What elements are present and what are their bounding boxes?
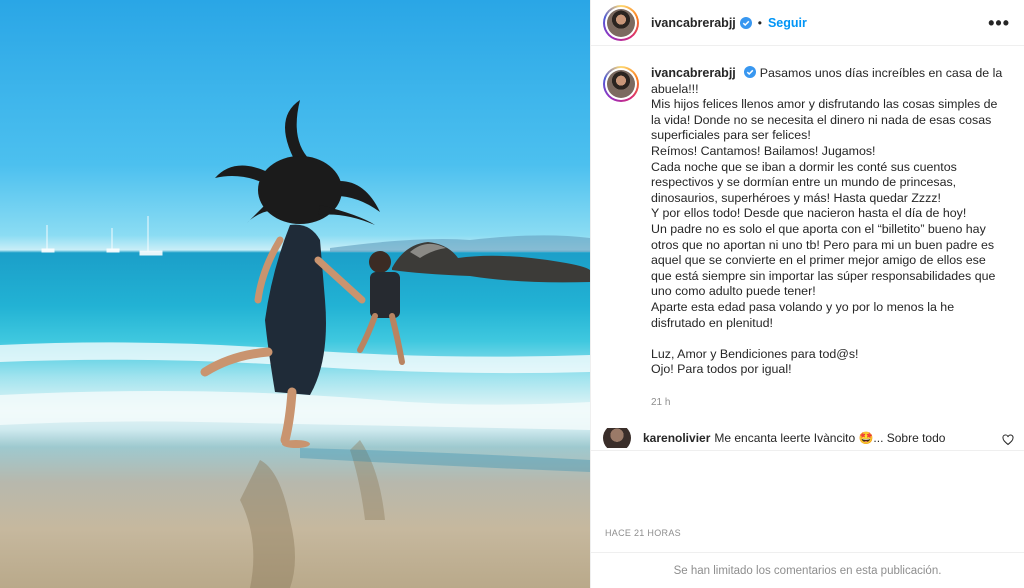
verified-badge-icon (739, 16, 752, 29)
beach-photo-illustration (0, 100, 590, 588)
commenter-username[interactable]: karenolivier (643, 431, 710, 445)
like-comment-heart-icon[interactable] (1002, 434, 1014, 446)
caption-line: Aparte esta edad pasa volando y yo por l… (651, 299, 958, 330)
caption-blank-line (651, 331, 1003, 347)
more-options-icon[interactable]: ••• (988, 14, 1010, 32)
comments-divider (591, 450, 1024, 451)
author-avatar[interactable] (603, 4, 639, 41)
caption-line: ivancabrerabjj Pasamos unos días increíbl… (651, 66, 1003, 97)
comments-limited-notice: Se han limitado los comentarios en esta … (591, 552, 1024, 588)
post-timestamp[interactable]: HACE 21 HORAS (605, 528, 681, 538)
commenter-avatar[interactable] (603, 428, 631, 448)
caption-time[interactable]: 21 h (651, 397, 670, 408)
comment-item: karenolivier Me encanta leerte Ivàncito 🤩… (603, 428, 1015, 448)
caption-text: ivancabrerabjj Pasamos unos días increíbl… (651, 66, 1003, 378)
caption-author-avatar[interactable] (603, 66, 639, 102)
comment-text: karenolivier Me encanta leerte Ivàncito 🤩… (643, 431, 945, 445)
post-side-panel: ivancabrerabjj • Seguir ••• ivancabrerab… (590, 0, 1024, 588)
post-caption: ivancabrerabjj Pasamos unos días increíbl… (603, 66, 1003, 378)
caption-line: Ojo! Para todos por igual! (651, 362, 792, 377)
instagram-post: ivancabrerabjj • Seguir ••• ivancabrerab… (0, 0, 1024, 588)
caption-username[interactable]: ivancabrerabjj (651, 66, 736, 80)
caption-line: Cada noche que se iban a dormir les cont… (651, 159, 961, 205)
caption-line: Mis hijos felices llenos amor y disfruta… (651, 97, 1001, 143)
caption-line: Y por ellos todo! Desde que nacieron has… (651, 206, 967, 221)
caption-line: Reímos! Cantamos! Bailamos! Jugamos! (651, 143, 876, 158)
follow-button[interactable]: Seguir (768, 16, 807, 30)
caption-line: Luz, Amor y Bendiciones para tod@s! (651, 346, 859, 361)
post-header: ivancabrerabjj • Seguir ••• (591, 0, 1024, 46)
caption-line: Un padre no es solo el que aporta con el… (651, 221, 999, 299)
verified-badge-icon (743, 66, 756, 78)
comment-body: Me encanta leerte Ivàncito 🤩... Sobre to… (714, 431, 946, 445)
post-photo[interactable] (0, 0, 590, 588)
author-username[interactable]: ivancabrerabjj (651, 16, 736, 30)
header-separator: • (757, 15, 762, 30)
